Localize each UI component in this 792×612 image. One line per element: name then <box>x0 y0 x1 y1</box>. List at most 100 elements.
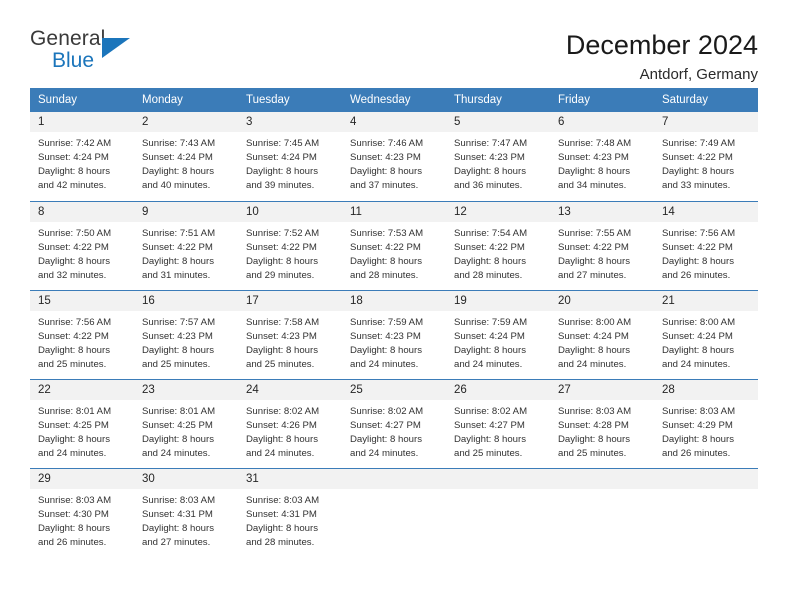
daylight-text-line2: and 24 minutes. <box>142 447 211 459</box>
calendar-day-cell[interactable]: 19 Sunrise: 7:59 AM Sunset: 4:24 PM Dayligh… <box>446 289 550 379</box>
sunrise-text: Sunrise: 7:51 AM <box>142 227 216 239</box>
sunset-text: Sunset: 4:22 PM <box>454 241 525 253</box>
calendar-day-cell[interactable]: 9 Sunrise: 7:51 AM Sunset: 4:22 PM Daylight… <box>134 200 238 290</box>
page-header: General Blue December 2024 Antdorf, Germ… <box>0 0 792 83</box>
daylight-text-line2: and 24 minutes. <box>558 358 627 370</box>
calendar-day-cell[interactable]: 27 Sunrise: 8:03 AM Sunset: 4:28 PM Dayligh… <box>550 378 654 468</box>
calendar-week-row: 15 Sunrise: 7:56 AM Sunset: 4:22 PM Dayligh… <box>30 289 758 379</box>
calendar-day-cell[interactable]: 8 Sunrise: 7:50 AM Sunset: 4:22 PM Daylight… <box>30 200 134 290</box>
day-details: Sunrise: 7:50 AM Sunset: 4:22 PM Daylight:… <box>30 222 134 283</box>
calendar-day-cell[interactable]: 30 Sunrise: 8:03 AM Sunset: 4:31 PM Dayligh… <box>134 467 238 557</box>
daylight-text-line1: Daylight: 8 hours <box>662 344 734 356</box>
day-details: Sunrise: 8:03 AM Sunset: 4:30 PM Daylight:… <box>30 489 134 550</box>
daylight-text-line2: and 25 minutes. <box>38 358 107 370</box>
daylight-text-line2: and 26 minutes. <box>662 447 731 459</box>
calendar-day-cell[interactable]: 17 Sunrise: 7:58 AM Sunset: 4:23 PM Dayligh… <box>238 289 342 379</box>
day-details: Sunrise: 7:49 AM Sunset: 4:22 PM Daylight:… <box>654 132 758 193</box>
calendar-day-cell[interactable]: 16 Sunrise: 7:57 AM Sunset: 4:23 PM Dayligh… <box>134 289 238 379</box>
day-number: 26 <box>446 379 550 400</box>
calendar-day-cell[interactable]: 29 Sunrise: 8:03 AM Sunset: 4:30 PM Dayligh… <box>30 467 134 557</box>
day-details: Sunrise: 7:46 AM Sunset: 4:23 PM Daylight:… <box>342 132 446 193</box>
calendar-day-cell[interactable]: 10 Sunrise: 7:52 AM Sunset: 4:22 PM Dayligh… <box>238 200 342 290</box>
sunset-text: Sunset: 4:31 PM <box>246 508 317 520</box>
daylight-text-line2: and 27 minutes. <box>558 269 627 281</box>
sunset-text: Sunset: 4:24 PM <box>662 330 733 342</box>
sunrise-text: Sunrise: 7:49 AM <box>662 138 736 149</box>
sunset-text: Sunset: 4:22 PM <box>662 152 733 164</box>
calendar-week-row: 29 Sunrise: 8:03 AM Sunset: 4:30 PM Dayligh… <box>30 467 758 557</box>
sunset-text: Sunset: 4:22 PM <box>662 241 733 253</box>
calendar-day-cell[interactable]: 28 Sunrise: 8:03 AM Sunset: 4:29 PM Dayligh… <box>654 378 758 468</box>
daylight-text-line2: and 32 minutes. <box>38 269 107 281</box>
daylight-text-line2: and 36 minutes. <box>454 180 523 192</box>
calendar-day-cell[interactable]: 7 Sunrise: 7:49 AM Sunset: 4:22 PM Daylight… <box>654 112 758 201</box>
sunset-text: Sunset: 4:22 PM <box>38 330 109 342</box>
calendar-day-cell[interactable]: 2 Sunrise: 7:43 AM Sunset: 4:24 PM Daylight… <box>134 112 238 201</box>
calendar-day-cell[interactable]: 18 Sunrise: 7:59 AM Sunset: 4:23 PM Dayligh… <box>342 289 446 379</box>
calendar-cell-empty <box>342 467 446 557</box>
calendar-day-cell[interactable]: 22 Sunrise: 8:01 AM Sunset: 4:25 PM Dayligh… <box>30 378 134 468</box>
daylight-text-line1: Daylight: 8 hours <box>246 166 318 178</box>
calendar-day-cell[interactable]: 1 Sunrise: 7:42 AM Sunset: 4:24 PM Daylight… <box>30 112 134 201</box>
sunset-text: Sunset: 4:30 PM <box>38 508 109 520</box>
day-number: 19 <box>446 290 550 311</box>
calendar-day-cell[interactable]: 5 Sunrise: 7:47 AM Sunset: 4:23 PM Daylight… <box>446 112 550 201</box>
calendar-day-cell[interactable]: 6 Sunrise: 7:48 AM Sunset: 4:23 PM Daylight… <box>550 112 654 201</box>
day-number: 6 <box>550 112 654 132</box>
triangle-icon <box>102 38 130 58</box>
weekday-header-wednesday: Wednesday <box>342 88 446 112</box>
sunrise-text: Sunrise: 8:02 AM <box>246 405 320 417</box>
sunset-text: Sunset: 4:23 PM <box>246 330 317 342</box>
sunrise-text: Sunrise: 8:03 AM <box>38 494 112 506</box>
daylight-text-line1: Daylight: 8 hours <box>142 166 214 178</box>
calendar-week-row: 22 Sunrise: 8:01 AM Sunset: 4:25 PM Dayligh… <box>30 378 758 468</box>
calendar-cell-empty <box>654 467 758 557</box>
daylight-text-line2: and 28 minutes. <box>454 269 523 281</box>
day-number: 9 <box>134 201 238 222</box>
calendar-day-cell[interactable]: 3 Sunrise: 7:45 AM Sunset: 4:24 PM Daylight… <box>238 112 342 201</box>
sunrise-text: Sunrise: 7:50 AM <box>38 227 112 239</box>
day-details: Sunrise: 8:03 AM Sunset: 4:29 PM Daylight:… <box>654 400 758 461</box>
calendar-day-cell[interactable]: 4 Sunrise: 7:46 AM Sunset: 4:23 PM Daylight… <box>342 112 446 201</box>
calendar-day-cell[interactable]: 23 Sunrise: 8:01 AM Sunset: 4:25 PM Dayligh… <box>134 378 238 468</box>
day-number: 13 <box>550 201 654 222</box>
calendar-day-cell[interactable]: 31 Sunrise: 8:03 AM Sunset: 4:31 PM Dayligh… <box>238 467 342 557</box>
sunrise-text: Sunrise: 7:46 AM <box>350 138 424 149</box>
brand-logo[interactable]: General Blue <box>30 28 140 74</box>
day-details: Sunrise: 7:57 AM Sunset: 4:23 PM Daylight:… <box>134 311 238 372</box>
sunrise-text: Sunrise: 7:56 AM <box>38 316 112 328</box>
weekday-header-saturday: Saturday <box>654 88 758 112</box>
calendar-day-cell[interactable]: 26 Sunrise: 8:02 AM Sunset: 4:27 PM Dayligh… <box>446 378 550 468</box>
day-number <box>654 468 758 489</box>
daylight-text-line2: and 25 minutes. <box>142 358 211 370</box>
day-number: 1 <box>30 112 134 132</box>
sunrise-text: Sunrise: 7:55 AM <box>558 227 632 239</box>
daylight-text-line1: Daylight: 8 hours <box>38 255 110 267</box>
calendar-day-cell[interactable]: 20 Sunrise: 8:00 AM Sunset: 4:24 PM Dayligh… <box>550 289 654 379</box>
day-number: 10 <box>238 201 342 222</box>
sunset-text: Sunset: 4:25 PM <box>142 419 213 431</box>
calendar-day-cell[interactable]: 21 Sunrise: 8:00 AM Sunset: 4:24 PM Dayligh… <box>654 289 758 379</box>
calendar-day-cell[interactable]: 13 Sunrise: 7:55 AM Sunset: 4:22 PM Dayligh… <box>550 200 654 290</box>
daylight-text-line1: Daylight: 8 hours <box>38 433 110 445</box>
calendar-table: Sunday Monday Tuesday Wednesday Thursday… <box>30 88 758 557</box>
daylight-text-line1: Daylight: 8 hours <box>454 433 526 445</box>
daylight-text-line2: and 27 minutes. <box>142 536 211 548</box>
daylight-text-line2: and 40 minutes. <box>142 180 211 192</box>
day-details: Sunrise: 8:00 AM Sunset: 4:24 PM Daylight:… <box>654 311 758 372</box>
sunset-text: Sunset: 4:22 PM <box>350 241 421 253</box>
day-details: Sunrise: 7:59 AM Sunset: 4:23 PM Daylight:… <box>342 311 446 372</box>
day-details: Sunrise: 7:55 AM Sunset: 4:22 PM Daylight:… <box>550 222 654 283</box>
day-details: Sunrise: 7:59 AM Sunset: 4:24 PM Daylight:… <box>446 311 550 372</box>
calendar-head: Sunday Monday Tuesday Wednesday Thursday… <box>30 88 758 112</box>
calendar-day-cell[interactable]: 24 Sunrise: 8:02 AM Sunset: 4:26 PM Dayligh… <box>238 378 342 468</box>
daylight-text-line1: Daylight: 8 hours <box>142 255 214 267</box>
calendar-day-cell[interactable]: 25 Sunrise: 8:02 AM Sunset: 4:27 PM Dayligh… <box>342 378 446 468</box>
calendar-day-cell[interactable]: 14 Sunrise: 7:56 AM Sunset: 4:22 PM Dayligh… <box>654 200 758 290</box>
calendar-day-cell[interactable]: 12 Sunrise: 7:54 AM Sunset: 4:22 PM Dayligh… <box>446 200 550 290</box>
daylight-text-line2: and 24 minutes. <box>38 447 107 459</box>
calendar-day-cell[interactable]: 11 Sunrise: 7:53 AM Sunset: 4:22 PM Dayligh… <box>342 200 446 290</box>
sunset-text: Sunset: 4:29 PM <box>662 419 733 431</box>
weekday-header-tuesday: Tuesday <box>238 88 342 112</box>
calendar-day-cell[interactable]: 15 Sunrise: 7:56 AM Sunset: 4:22 PM Dayligh… <box>30 289 134 379</box>
